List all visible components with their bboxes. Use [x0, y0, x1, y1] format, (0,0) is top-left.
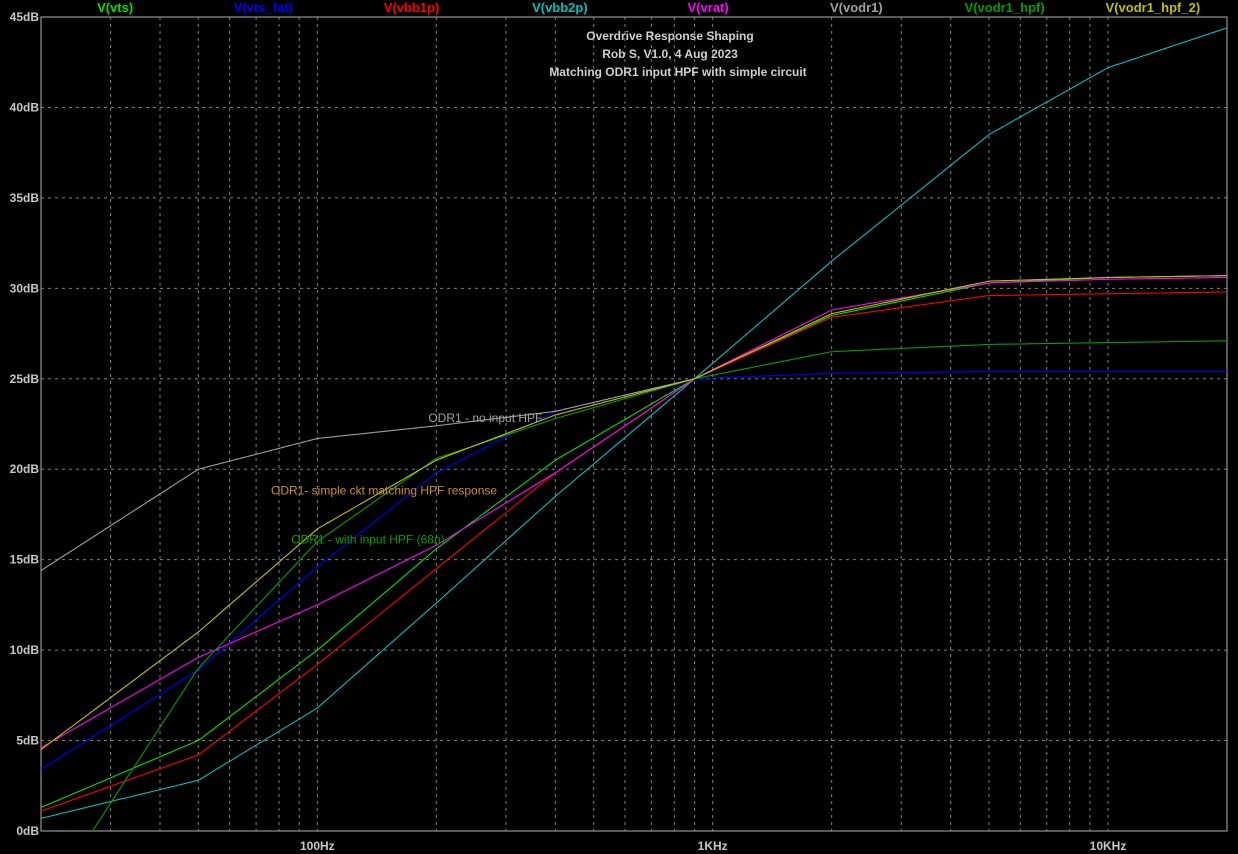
- y-tick-label: 40dB: [10, 100, 40, 114]
- y-tick-label: 45dB: [10, 10, 40, 24]
- y-tick-label: 10dB: [10, 643, 40, 657]
- legend-item: V(vodr1): [830, 0, 883, 15]
- y-tick-label: 35dB: [10, 191, 40, 205]
- legend-item: V(vts_fat): [234, 0, 293, 15]
- y-tick-label: 20dB: [10, 462, 40, 476]
- y-tick-label: 0dB: [16, 824, 39, 838]
- legend-item: V(vts): [97, 0, 133, 15]
- x-tick-label: 100Hz: [300, 839, 335, 853]
- y-tick-label: 25dB: [10, 372, 40, 386]
- title-line: Matching ODR1 input HPF with simple circ…: [549, 65, 806, 79]
- bode-plot: 0dB 5dB 10dB 15dB 20dB 25dB 30dB 35dB 40dB 45dB 1…: [0, 0, 1238, 854]
- title-line: Rob S, V1.0, 4 Aug 2023: [602, 47, 738, 61]
- y-tick-label: 30dB: [10, 281, 40, 295]
- legend-item: V(vodr1_hpf_2): [1106, 0, 1201, 15]
- plot-background: [0, 0, 1238, 854]
- annotation-label: ODR1- simple ckt matching HPF response: [271, 484, 497, 498]
- legend-item: V(vodr1_hpf): [965, 0, 1045, 15]
- x-tick-label: 1KHz: [698, 839, 728, 853]
- legend-item: V(vrat): [688, 0, 729, 15]
- annotation-label: ODR1 - with input HPF (68n): [291, 532, 444, 546]
- title-line: Overdrive Response Shaping: [586, 29, 753, 43]
- annotation-label: ODR1 - no input HPF: [428, 411, 542, 425]
- legend-item: V(vbb1p): [384, 0, 440, 15]
- legend-item: V(vbb2p): [532, 0, 588, 15]
- y-tick-label: 15dB: [10, 553, 40, 567]
- y-tick-label: 5dB: [16, 734, 39, 748]
- x-tick-label: 10KHz: [1090, 839, 1127, 853]
